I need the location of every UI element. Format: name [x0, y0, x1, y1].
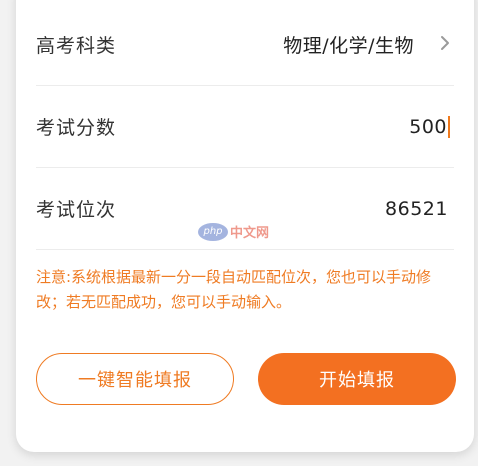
text-cursor: [448, 115, 450, 138]
watermark-badge: php: [198, 222, 228, 241]
score-row[interactable]: 考试分数 500: [36, 86, 454, 168]
subjects-value-wrap[interactable]: 物理/化学/生物: [283, 31, 454, 58]
start-fill-button[interactable]: 开始填报: [258, 353, 456, 405]
rank-label: 考试位次: [36, 199, 117, 221]
subjects-label: 高考科类: [36, 35, 117, 57]
score-label: 考试分数: [36, 117, 117, 139]
one-click-fill-button[interactable]: 一键智能填报: [36, 353, 234, 405]
watermark: php 中文网: [198, 222, 269, 241]
rank-input[interactable]: 86521: [385, 198, 448, 220]
watermark-text: 中文网: [230, 226, 270, 241]
score-input[interactable]: 500: [409, 115, 454, 138]
subjects-value: 物理/化学/生物: [283, 35, 414, 57]
subjects-row[interactable]: 高考科类 物理/化学/生物: [36, 4, 454, 86]
notice-text: 注意:系统根据最新一分一段自动匹配位次，您也可以手动修改；若无匹配成功，您可以手…: [36, 268, 432, 311]
score-value: 500: [409, 115, 447, 138]
chevron-right-icon: [440, 32, 450, 57]
